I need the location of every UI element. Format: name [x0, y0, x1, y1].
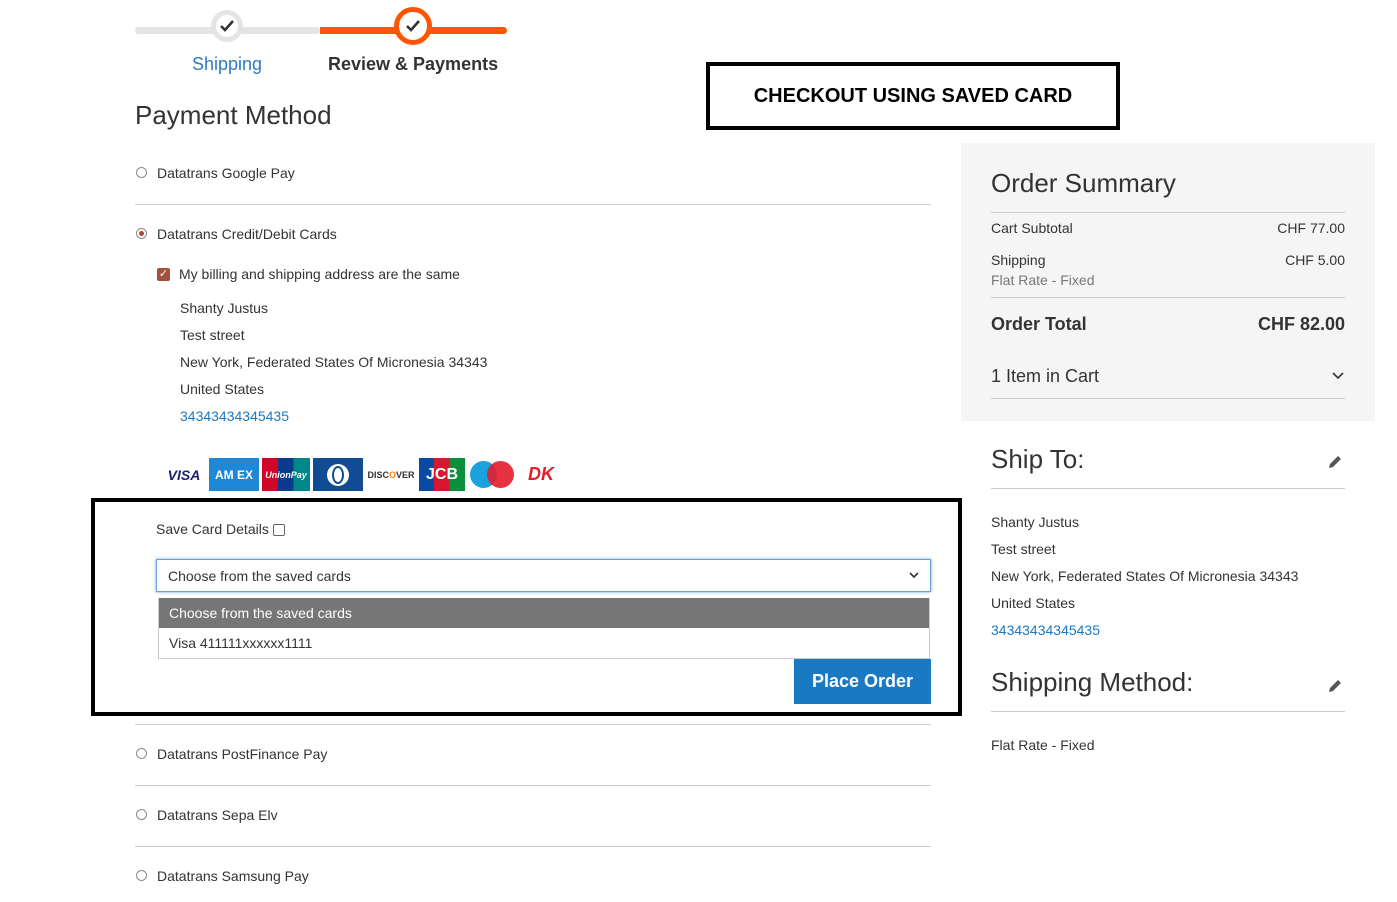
diners-icon — [313, 458, 363, 491]
unionpay-icon: UnionPay — [262, 458, 310, 491]
dankort-icon: DK — [528, 464, 554, 484]
billing-same-checkbox[interactable]: ✓ — [157, 268, 170, 281]
order-summary-title: Order Summary — [991, 168, 1176, 198]
method-label-google-pay[interactable]: Datatrans Google Pay — [157, 165, 295, 181]
radio-google-pay[interactable] — [136, 167, 147, 178]
items-in-cart-toggle[interactable]: 1 Item in Cart — [991, 366, 1099, 387]
method-label-sepa-elv[interactable]: Datatrans Sepa Elv — [157, 807, 278, 823]
billing-city: New York, Federated States Of Micronesia… — [180, 354, 488, 370]
divider — [991, 297, 1345, 298]
subtotal-label: Cart Subtotal — [991, 220, 1073, 236]
payment-method-title: Payment Method — [135, 100, 332, 130]
saved-cards-option[interactable]: Visa 411111xxxxxx1111 — [159, 628, 929, 658]
callout-text: CHECKOUT USING SAVED CARD — [753, 84, 1073, 107]
radio-sepa-elv[interactable] — [136, 809, 147, 820]
edit-pencil-icon[interactable] — [1327, 454, 1343, 470]
method-label-credit-cards[interactable]: Datatrans Credit/Debit Cards — [157, 226, 337, 242]
step-review-label: Review & Payments — [328, 54, 499, 74]
divider — [135, 204, 931, 205]
save-card-label[interactable]: Save Card Details — [156, 521, 269, 537]
ship-to-title: Ship To: — [991, 444, 1085, 474]
divider — [991, 488, 1345, 489]
divider — [991, 711, 1345, 712]
ship-to-street: Test street — [991, 541, 1056, 557]
ship-to-name: Shanty Justus — [991, 514, 1079, 530]
discover-icon: DISC O VER — [367, 469, 415, 480]
visa-icon: VISA — [167, 466, 201, 483]
billing-same-label[interactable]: My billing and shipping address are the … — [179, 266, 460, 282]
amex-icon: AM EX — [209, 458, 259, 491]
divider — [135, 724, 931, 725]
subtotal-value: CHF 77.00 — [1277, 220, 1345, 236]
billing-street: Test street — [180, 327, 245, 343]
step-shipping-marker — [211, 10, 243, 42]
saved-cards-select[interactable]: Choose from the saved cards — [156, 559, 931, 592]
saved-cards-dropdown: Choose from the saved cards Visa 411111x… — [158, 598, 930, 659]
chevron-down-icon — [909, 572, 919, 579]
billing-name: Shanty Justus — [180, 300, 268, 316]
divider — [991, 212, 1345, 213]
shipping-method-sub: Flat Rate - Fixed — [991, 272, 1095, 288]
radio-postfinance[interactable] — [136, 748, 147, 759]
saved-cards-option[interactable]: Choose from the saved cards — [159, 598, 929, 628]
checkmark-icon — [406, 20, 420, 32]
shipping-label: Shipping — [991, 252, 1046, 268]
checkmark-icon — [220, 20, 234, 32]
chevron-down-icon[interactable] — [1331, 370, 1345, 382]
billing-country: United States — [180, 381, 265, 397]
divider — [135, 785, 931, 786]
method-label-postfinance[interactable]: Datatrans PostFinance Pay — [157, 746, 327, 762]
shipping-method-title: Shipping Method: — [991, 667, 1194, 697]
shipping-value: CHF 5.00 — [1285, 252, 1345, 268]
edit-pencil-icon[interactable] — [1327, 678, 1343, 694]
order-total-value: CHF 82.00 — [1257, 314, 1345, 334]
step-review-marker — [394, 7, 432, 45]
card-logos: VISA AM EX UnionPay DISC O VER JCB DK — [162, 458, 566, 491]
radio-samsung-pay[interactable] — [136, 870, 147, 881]
maestro-icon — [468, 458, 516, 491]
shipping-method-value: Flat Rate - Fixed — [991, 737, 1095, 753]
ship-to-country: United States — [991, 595, 1076, 611]
divider — [135, 846, 931, 847]
step-shipping-link[interactable]: Shipping — [192, 54, 262, 75]
jcb-icon: JCB — [419, 458, 465, 491]
save-card-checkbox[interactable] — [273, 524, 285, 536]
saved-cards-select-value: Choose from the saved cards — [168, 568, 351, 584]
method-label-samsung-pay[interactable]: Datatrans Samsung Pay — [157, 868, 309, 884]
billing-phone-link[interactable]: 34343434345435 — [180, 408, 289, 424]
radio-credit-cards[interactable] — [136, 228, 147, 239]
ship-to-city: New York, Federated States Of Micronesia… — [991, 568, 1299, 584]
ship-to-phone-link[interactable]: 34343434345435 — [991, 622, 1100, 638]
order-total-label: Order Total — [991, 314, 1087, 334]
divider — [991, 398, 1345, 399]
annotation-callout: CHECKOUT USING SAVED CARD — [706, 62, 1120, 130]
place-order-button[interactable]: Place Order — [794, 659, 931, 704]
